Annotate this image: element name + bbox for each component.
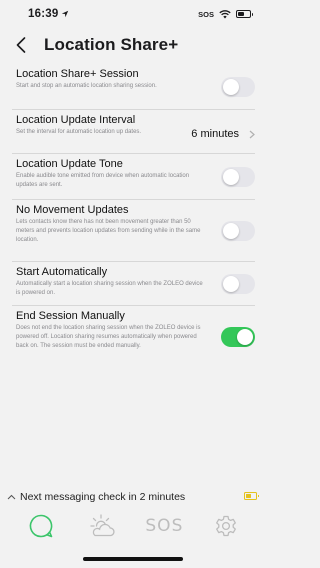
setting-title: No Movement Updates — [16, 204, 129, 216]
header: Location Share+ — [0, 30, 267, 60]
back-button[interactable] — [4, 30, 38, 60]
chevron-up-icon — [7, 494, 16, 500]
device-battery-icon — [244, 492, 259, 500]
setting-no-movement-updates: No Movement Updates Lets contacts know t… — [12, 200, 255, 262]
setting-title: Location Update Tone — [16, 158, 123, 170]
end-session-manually-toggle[interactable] — [221, 327, 255, 347]
setting-location-update-tone: Location Update Tone Enable audible tone… — [12, 154, 255, 200]
tab-sos[interactable]: SOS — [144, 509, 184, 543]
setting-description: Lets contacts know there has not been mo… — [16, 219, 201, 243]
location-share-session-toggle[interactable] — [221, 77, 255, 97]
sos-status-label: SOS — [198, 9, 214, 19]
tab-bar: SOS — [0, 507, 267, 545]
status-bar: 16:39 SOS — [0, 0, 267, 28]
gear-icon — [216, 515, 237, 537]
setting-end-session-manually: End Session Manually Does not end the lo… — [12, 306, 255, 374]
weather-icon — [89, 514, 115, 537]
status-time-group: 16:39 — [28, 8, 69, 20]
no-movement-updates-toggle[interactable] — [221, 221, 255, 241]
setting-start-automatically: Start Automatically Automatically start … — [12, 262, 255, 306]
messaging-check-text: Next messaging check in 2 minutes — [20, 491, 186, 503]
tab-weather[interactable] — [83, 509, 123, 543]
setting-title: Start Automatically — [16, 266, 108, 278]
chevron-left-icon — [16, 37, 26, 53]
screen: 16:39 SOS Location Share+ Location Share… — [0, 0, 267, 568]
setting-title: Location Update Interval — [16, 114, 136, 126]
phone-battery-icon — [236, 10, 253, 18]
setting-description: Set the interval for automatic location … — [16, 129, 142, 135]
wifi-icon — [219, 9, 231, 18]
status-indicators: SOS — [198, 9, 253, 19]
sos-icon: SOS — [145, 516, 184, 536]
interval-value-text: 6 minutes — [191, 128, 239, 140]
location-update-tone-toggle[interactable] — [221, 167, 255, 187]
messaging-check-bar[interactable]: Next messaging check in 2 minutes — [0, 487, 267, 507]
setting-title: End Session Manually — [16, 310, 125, 322]
setting-description: Does not end the location sharing sessio… — [16, 325, 201, 349]
page-title: Location Share+ — [44, 35, 179, 54]
chevron-right-icon — [249, 130, 255, 138]
setting-description: Start and stop an automatic location sha… — [16, 83, 157, 89]
chat-bubble-icon — [29, 514, 53, 538]
interval-value[interactable]: 6 minutes — [191, 128, 255, 140]
location-arrow-icon — [62, 10, 69, 18]
home-indicator — [83, 557, 183, 561]
status-time: 16:39 — [28, 8, 59, 20]
settings-list: Location Share+ Session Start and stop a… — [0, 64, 267, 374]
setting-title: Location Share+ Session — [16, 68, 139, 80]
setting-description: Automatically start a location sharing s… — [16, 281, 203, 296]
start-automatically-toggle[interactable] — [221, 274, 255, 294]
setting-location-share-session: Location Share+ Session Start and stop a… — [12, 64, 255, 110]
setting-location-update-interval[interactable]: Location Update Interval Set the interva… — [12, 110, 255, 154]
tab-messages[interactable] — [21, 509, 61, 543]
setting-description: Enable audible tone emitted from device … — [16, 173, 190, 188]
tab-settings[interactable] — [206, 509, 246, 543]
